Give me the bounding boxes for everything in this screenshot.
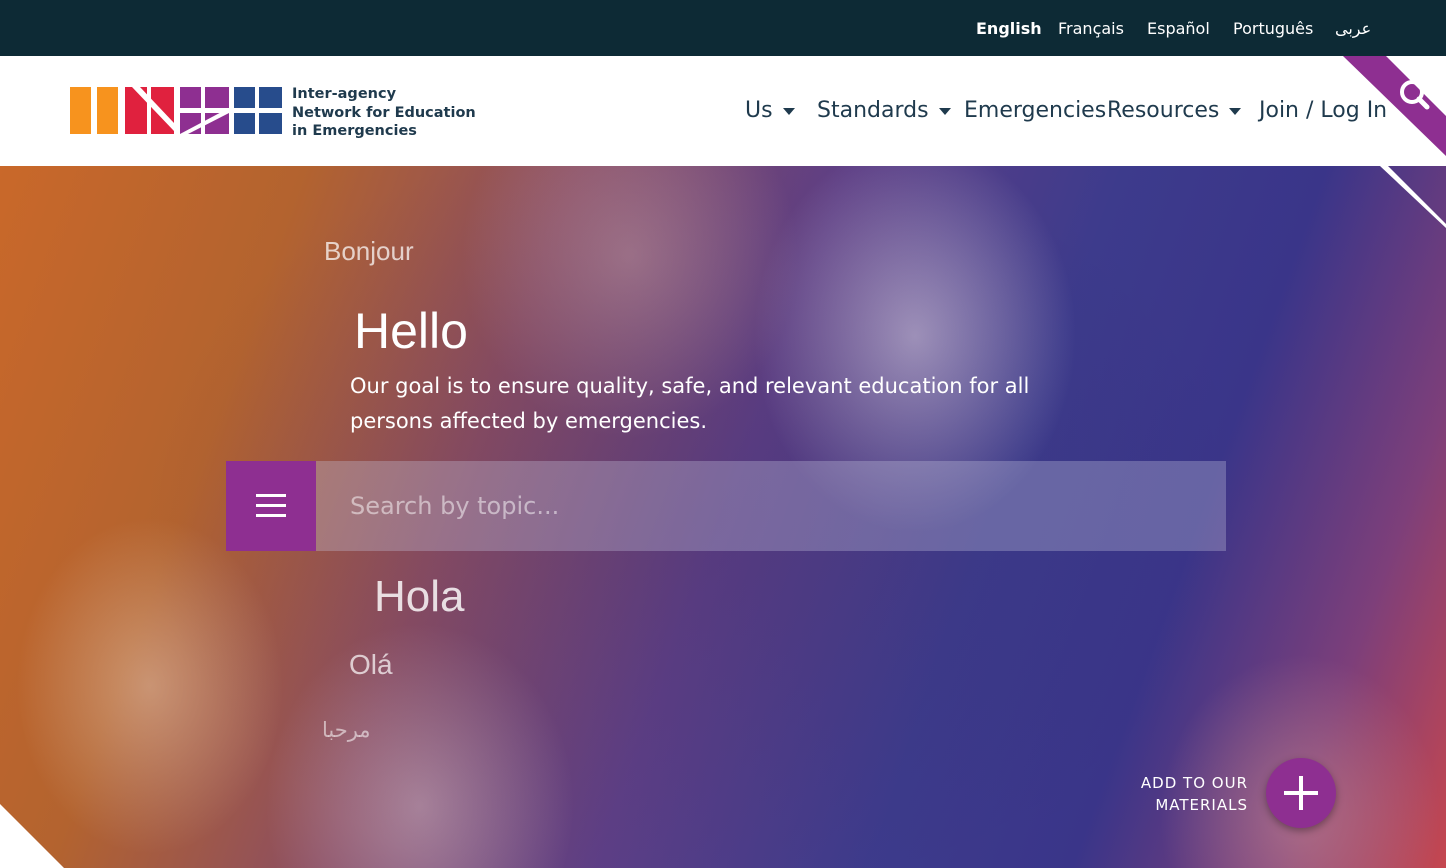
- search-corner-shape: [1343, 56, 1446, 156]
- caret-down-icon: [938, 108, 951, 115]
- hero-description: Our goal is to ensure quality, safe, and…: [350, 374, 1030, 433]
- greeting-ola: Olá: [349, 649, 393, 680]
- nav-us-label: Us: [745, 98, 773, 123]
- logo-mark-icon: [70, 87, 282, 134]
- site-header: Inter-agency Network for Education in Em…: [0, 56, 1446, 166]
- greeting-bonjour: Bonjour: [324, 236, 414, 266]
- language-spanish-link[interactable]: Español: [1147, 19, 1210, 38]
- greeting-hola: Hola: [374, 572, 465, 621]
- greeting-marhaba: مرحبا: [322, 718, 371, 742]
- language-bar: English Français Español Português عربى: [0, 0, 1446, 56]
- language-english-link[interactable]: English: [976, 19, 1042, 38]
- language-french-link[interactable]: Français: [1058, 19, 1124, 38]
- logo-text-line-3: in Emergencies: [292, 123, 417, 139]
- logo-text: Inter-agency Network for Education in Em…: [292, 85, 476, 141]
- language-arabic-link[interactable]: عربى: [1335, 19, 1371, 38]
- add-materials-label: ADD TO OUR MATERIALS: [1120, 772, 1248, 816]
- nav-resources-label: Resources: [1107, 98, 1220, 123]
- topic-search-input[interactable]: [316, 461, 1226, 551]
- caret-down-icon: [782, 108, 795, 115]
- search-toggle-button[interactable]: [1343, 56, 1446, 156]
- add-materials-label-line-1: ADD TO OUR: [1140, 774, 1248, 792]
- hero-corner-top-right: [1380, 166, 1446, 228]
- greeting-hello: Hello: [354, 303, 468, 359]
- nav-resources[interactable]: Resources: [1107, 98, 1242, 123]
- caret-down-icon: [1229, 108, 1242, 115]
- nav-standards-label: Standards: [817, 98, 929, 123]
- add-materials-label-line-2: MATERIALS: [1155, 796, 1248, 814]
- logo-text-line-1: Inter-agency: [292, 86, 397, 102]
- add-materials-button[interactable]: [1266, 758, 1336, 828]
- nav-emergencies[interactable]: Emergencies: [964, 98, 1106, 123]
- nav-emergencies-label: Emergencies: [964, 98, 1107, 123]
- nav-standards[interactable]: Standards: [817, 98, 951, 123]
- hero-banner: Bonjour Hello Our goal is to ensure qual…: [0, 166, 1446, 868]
- topic-menu-button[interactable]: [226, 461, 316, 551]
- ineee-logo[interactable]: Inter-agency Network for Education in Em…: [70, 85, 476, 139]
- logo-text-line-2: Network for Education: [292, 104, 476, 121]
- hero-corner-bottom-left: [0, 804, 64, 868]
- nav-us[interactable]: Us: [745, 98, 795, 123]
- language-portuguese-link[interactable]: Português: [1233, 19, 1313, 38]
